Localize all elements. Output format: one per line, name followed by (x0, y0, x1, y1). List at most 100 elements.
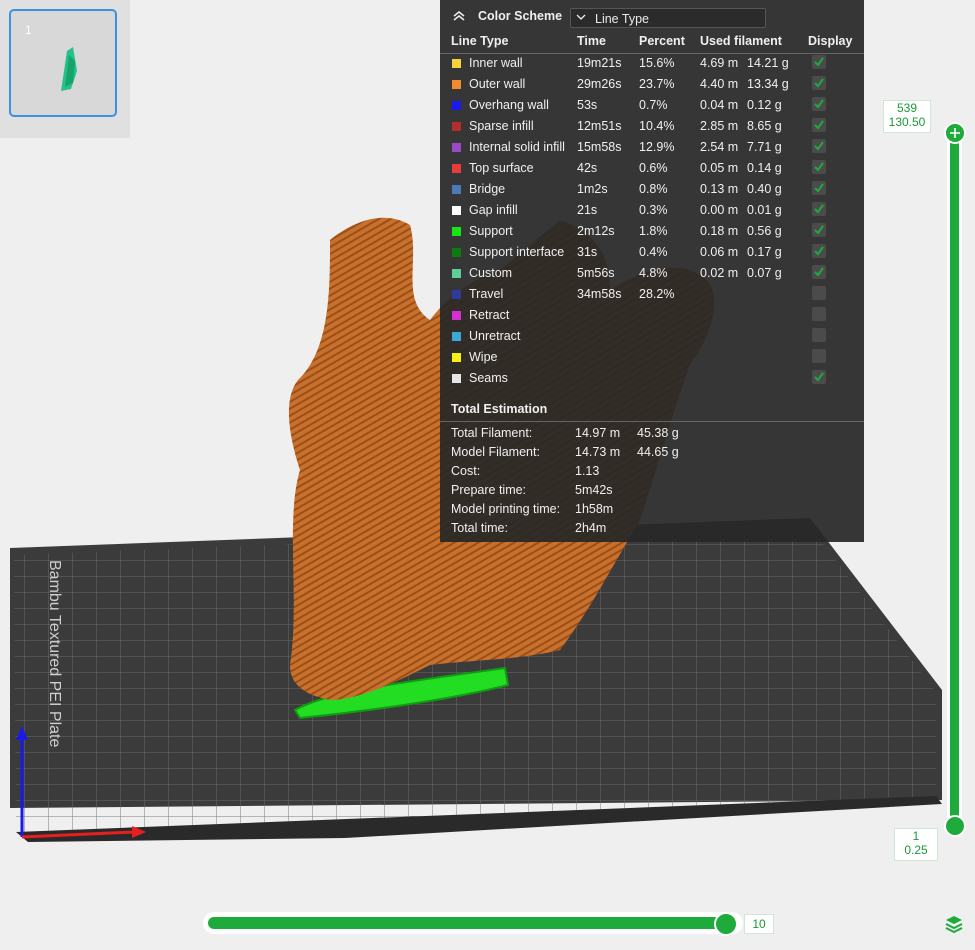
line-type-weight: 0.12 g (747, 98, 782, 112)
display-checkbox[interactable] (812, 223, 826, 237)
layer-slider-bottom-thumb[interactable] (944, 815, 966, 837)
total-label: Prepare time: (451, 483, 527, 497)
display-checkbox[interactable] (812, 370, 826, 384)
line-type-swatch (452, 374, 461, 383)
line-type-swatch (452, 269, 461, 278)
total-value: 14.97 m (575, 426, 621, 440)
color-scheme-title: Color Scheme (478, 9, 563, 23)
total-label: Total Filament: (451, 426, 533, 440)
line-type-percent: 1.8% (639, 224, 668, 238)
display-checkbox[interactable] (812, 97, 826, 111)
line-type-swatch (452, 80, 461, 89)
collapse-icon[interactable] (451, 8, 467, 24)
display-checkbox[interactable] (812, 349, 826, 363)
line-type-swatch (452, 290, 461, 299)
display-checkbox[interactable] (812, 265, 826, 279)
line-type-time: 21s (577, 203, 598, 217)
line-type-length: 0.13 m (700, 182, 739, 196)
layers-icon[interactable] (944, 914, 964, 934)
plate-thumbnail[interactable]: 1 (9, 9, 117, 117)
chevron-down-icon (576, 14, 586, 20)
display-checkbox[interactable] (812, 76, 826, 90)
total-value: 1h58m (575, 502, 614, 516)
line-type-length: 4.40 m (700, 77, 739, 91)
total-value-2: 45.38 g (637, 426, 679, 440)
checkmark-icon (814, 99, 824, 109)
top-layer-number: 539 (896, 101, 918, 115)
col-header-time: Time (577, 34, 606, 48)
line-type-weight: 0.17 g (747, 245, 782, 259)
line-type-row: Wipe (440, 348, 864, 369)
layer-slider-fill (950, 134, 959, 826)
display-checkbox[interactable] (812, 202, 826, 216)
display-checkbox[interactable] (812, 160, 826, 174)
legend-header: Color Scheme Line Type (440, 0, 864, 32)
display-checkbox[interactable] (812, 286, 826, 300)
line-type-name: Gap infill (469, 203, 518, 217)
total-value: 2h4m (575, 521, 607, 535)
line-type-weight: 0.07 g (747, 266, 782, 280)
line-type-percent: 4.8% (639, 266, 668, 280)
line-type-swatch (452, 248, 461, 257)
line-type-weight: 14.21 g (747, 56, 789, 70)
line-type-weight: 0.01 g (747, 203, 782, 217)
display-checkbox[interactable] (812, 244, 826, 258)
line-type-row: Internal solid infill 15m58s 12.9% 2.54 m 7.… (440, 138, 864, 159)
total-value: 1.13 (575, 464, 600, 478)
col-header-line-type: Line Type (451, 34, 509, 48)
col-header-percent: Percent (639, 34, 685, 48)
layer-slider-top-thumb[interactable] (944, 122, 966, 144)
top-layer-height: 130.50 (888, 115, 926, 129)
display-checkbox[interactable] (812, 328, 826, 342)
total-label: Model printing time: (451, 502, 561, 516)
line-type-name: Seams (469, 371, 508, 385)
display-checkbox[interactable] (812, 139, 826, 153)
line-type-percent: 0.7% (639, 98, 668, 112)
line-type-weight: 7.71 g (747, 140, 782, 154)
move-slider-value: 10 (744, 914, 774, 934)
line-type-length: 0.04 m (700, 98, 739, 112)
divider (440, 421, 864, 422)
total-label: Cost: (451, 464, 481, 478)
display-checkbox[interactable] (812, 55, 826, 69)
line-type-swatch (452, 311, 461, 320)
line-type-row: Sparse infill 12m51s 10.4% 2.85 m 8.65 g (440, 117, 864, 138)
line-type-row: Gap infill 21s 0.3% 0.00 m 0.01 g (440, 201, 864, 222)
line-type-swatch (452, 353, 461, 362)
checkmark-icon (814, 120, 824, 130)
line-type-row: Support 2m12s 1.8% 0.18 m 0.56 g (440, 222, 864, 243)
move-slider-thumb[interactable] (714, 912, 738, 936)
line-type-percent: 23.7% (639, 77, 675, 91)
line-type-row: Top surface 42s 0.6% 0.05 m 0.14 g (440, 159, 864, 180)
plate-label: Bambu Textured PEI Plate (46, 560, 63, 747)
line-type-row: Custom 5m56s 4.8% 0.02 m 0.07 g (440, 264, 864, 285)
plate-thumbnail-panel: 1 (0, 0, 130, 138)
line-type-length: 0.06 m (700, 245, 739, 259)
line-type-time: 2m12s (577, 224, 615, 238)
line-type-swatch (452, 122, 461, 131)
line-type-swatch (452, 101, 461, 110)
line-type-name: Travel (469, 287, 504, 301)
line-type-length: 2.85 m (700, 119, 739, 133)
line-type-time: 29m26s (577, 77, 622, 91)
line-type-swatch (452, 206, 461, 215)
line-type-name: Inner wall (469, 56, 523, 70)
line-type-name: Internal solid infill (469, 140, 565, 154)
total-row: Total Filament: 14.97 m 45.38 g (440, 424, 864, 443)
checkmark-icon (814, 141, 824, 151)
line-type-row: Bridge 1m2s 0.8% 0.13 m 0.40 g (440, 180, 864, 201)
line-type-length: 0.00 m (700, 203, 739, 217)
line-type-row: Retract (440, 306, 864, 327)
display-checkbox[interactable] (812, 307, 826, 321)
line-type-name: Retract (469, 308, 510, 322)
checkmark-icon (814, 204, 824, 214)
line-type-swatch (452, 227, 461, 236)
line-type-time: 19m21s (577, 56, 622, 70)
display-checkbox[interactable] (812, 118, 826, 132)
total-estimation-title: Total Estimation (451, 402, 548, 416)
checkmark-icon (814, 57, 824, 67)
color-scheme-select[interactable]: Line Type (570, 8, 766, 28)
display-checkbox[interactable] (812, 181, 826, 195)
plus-icon (950, 128, 960, 138)
line-type-row: Outer wall 29m26s 23.7% 4.40 m 13.34 g (440, 75, 864, 96)
